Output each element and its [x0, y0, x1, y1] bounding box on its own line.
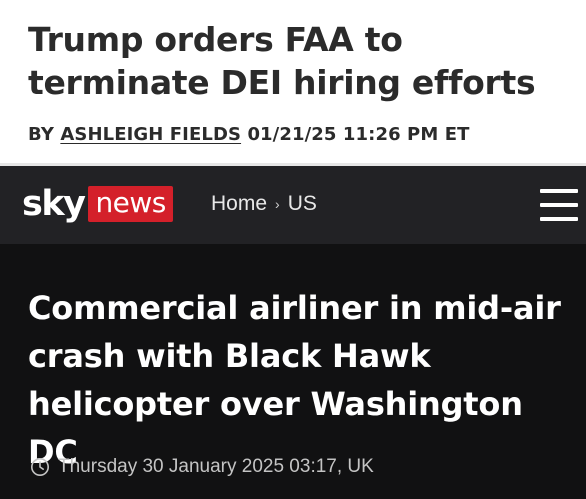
breadcrumb: Home › US: [211, 192, 317, 216]
top-article-panel: Trump orders FAA to terminate DEI hiring…: [0, 0, 586, 163]
author-link[interactable]: ASHLEIGH FIELDS: [60, 124, 241, 145]
breadcrumb-us[interactable]: US: [288, 192, 317, 216]
news-logo-text: news: [88, 186, 173, 222]
chevron-right-icon: ›: [275, 196, 280, 212]
clock-icon: [31, 458, 49, 476]
sky-article-headline[interactable]: Commercial airliner in mid-air crash wit…: [28, 284, 583, 476]
sky-news-logo[interactable]: sky news: [22, 184, 173, 224]
menu-bar: [540, 189, 578, 193]
byline: BY ASHLEIGH FIELDS 01/21/25 11:26 PM ET: [28, 124, 470, 145]
timestamp-text: Thursday 30 January 2025 03:17, UK: [58, 456, 374, 477]
hamburger-menu-icon[interactable]: [540, 189, 578, 221]
menu-bar: [540, 217, 578, 221]
menu-bar: [540, 203, 578, 207]
sky-logo-text: sky: [22, 184, 86, 224]
byline-timestamp: 01/21/25 11:26 PM ET: [247, 124, 470, 145]
breadcrumb-home[interactable]: Home: [211, 192, 267, 216]
top-article-headline[interactable]: Trump orders FAA to terminate DEI hiring…: [28, 18, 568, 104]
article-timestamp: Thursday 30 January 2025 03:17, UK: [30, 456, 374, 478]
byline-prefix: BY: [28, 124, 54, 145]
